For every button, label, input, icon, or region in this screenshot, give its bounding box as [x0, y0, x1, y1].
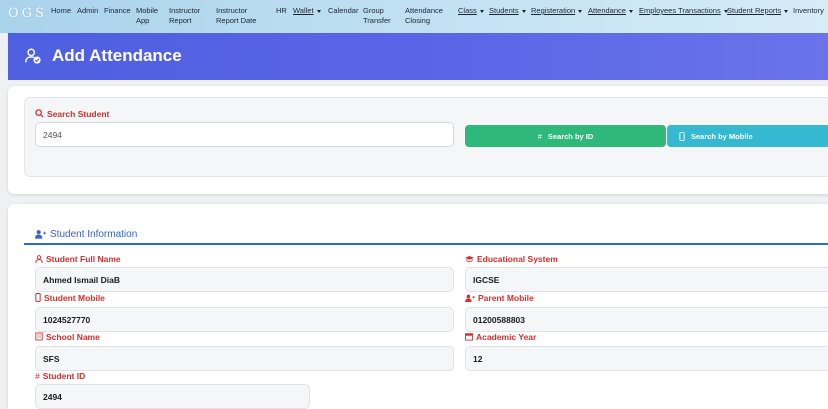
label-text: Student ID	[42, 371, 86, 381]
nav-label: Wallet	[293, 6, 314, 15]
school-name-field[interactable]: SFS	[35, 346, 454, 371]
educational-system-field[interactable]: IGCSE	[465, 267, 828, 292]
student-mobile-label: Student Mobile	[35, 293, 105, 303]
nav-label: Attendance	[588, 6, 626, 15]
mobile-phone-icon	[679, 131, 685, 141]
nav-label: Employees Transactions	[639, 6, 721, 15]
section-title-text: Student Information	[50, 229, 138, 240]
educational-system-label: Educational System	[465, 254, 558, 264]
label-text: Student Mobile	[44, 293, 105, 303]
nav-label: Registeration	[531, 6, 576, 15]
search-input[interactable]: 2494	[35, 122, 454, 147]
chevron-down-icon	[316, 9, 321, 13]
nav-dropdown-student-reports[interactable]: Student Reports	[727, 6, 789, 16]
user-icon	[35, 255, 43, 264]
button-label: Search by ID	[547, 131, 594, 141]
nav-item-hr[interactable]: HR	[276, 6, 287, 16]
building-icon	[35, 332, 43, 341]
chevron-down-icon	[521, 9, 526, 13]
nav-item-finance[interactable]: Finance	[104, 6, 131, 16]
student-id-field[interactable]: 2494	[35, 384, 310, 409]
section-divider	[24, 243, 828, 245]
nav-dropdown-wallet[interactable]: Wallet	[293, 6, 321, 16]
chevron-down-icon	[578, 9, 583, 13]
mobile-phone-icon	[35, 293, 41, 302]
search-by-id-button[interactable]: # Search by ID	[465, 125, 666, 147]
nav-dropdown-attendance[interactable]: Attendance	[588, 6, 633, 16]
school-name-label: School Name	[35, 332, 100, 342]
nav-dropdown-registeration[interactable]: Registeration	[531, 6, 583, 16]
user-check-icon	[25, 48, 41, 64]
nav-item-calendar[interactable]: Calendar	[328, 6, 358, 16]
nav-item-home[interactable]: Home	[51, 6, 71, 16]
users-icon	[35, 230, 46, 239]
student-mobile-field[interactable]: 1024527770	[35, 307, 454, 332]
chevron-down-icon	[479, 9, 484, 13]
user-plus-icon	[465, 294, 475, 302]
app-logo[interactable]: OGS	[8, 6, 47, 21]
student-full-name-field[interactable]: Ahmed Ismail DiaB	[35, 267, 454, 292]
search-label-text: Search Student	[47, 109, 110, 119]
label-text: Student Full Name	[46, 254, 121, 264]
search-student-label: Search Student	[35, 109, 109, 119]
nav-item-inventory[interactable]: Inventory	[793, 6, 824, 16]
hash-icon: #	[537, 131, 542, 141]
full-name-label: Student Full Name	[35, 254, 121, 264]
nav-label: Student Reports	[727, 6, 782, 15]
top-navbar: OGS Home Admin Finance Mobile App Instru…	[0, 0, 828, 33]
nav-item-admin[interactable]: Admin	[77, 6, 98, 16]
nav-item-group-transfer[interactable]: Group Transfer	[363, 6, 397, 26]
label-text: Educational System	[477, 254, 558, 264]
nav-dropdown-class[interactable]: Class	[458, 6, 484, 16]
label-text: School Name	[46, 332, 100, 342]
search-by-mobile-button[interactable]: Search by Mobile	[667, 125, 828, 147]
nav-item-instructor-report[interactable]: Instructor Report	[169, 6, 209, 26]
nav-dropdown-employees-transactions[interactable]: Employees Transactions	[639, 6, 728, 16]
nav-item-instructor-report-date[interactable]: Instructor Report Date	[216, 6, 268, 26]
label-text: Academic Year	[476, 332, 537, 342]
nav-label: Class	[458, 6, 477, 15]
chevron-down-icon	[784, 9, 789, 13]
parent-mobile-label: Parent Mobile	[465, 293, 534, 303]
nav-item-mobile-app[interactable]: Mobile App	[136, 6, 162, 26]
nav-dropdown-students[interactable]: Students	[489, 6, 526, 16]
page-header: Add Attendance	[8, 33, 828, 80]
student-info-title: Student Information	[35, 229, 137, 240]
search-icon	[35, 109, 44, 118]
student-id-label: # Student ID	[35, 371, 85, 381]
nav-item-attendance-closing[interactable]: Attendance Closing	[405, 6, 449, 26]
button-label: Search by Mobile	[691, 131, 753, 141]
academic-year-label: Academic Year	[465, 332, 536, 342]
parent-mobile-field[interactable]: 01200588803	[465, 307, 828, 332]
academic-year-field[interactable]: 12	[465, 346, 828, 371]
page-title: Add Attendance	[52, 46, 182, 65]
hash-icon: #	[35, 371, 40, 381]
nav-label: Students	[489, 6, 519, 15]
calendar-icon	[465, 333, 473, 341]
graduation-cap-icon	[465, 256, 474, 263]
label-text: Parent Mobile	[478, 293, 534, 303]
chevron-down-icon	[628, 9, 633, 13]
